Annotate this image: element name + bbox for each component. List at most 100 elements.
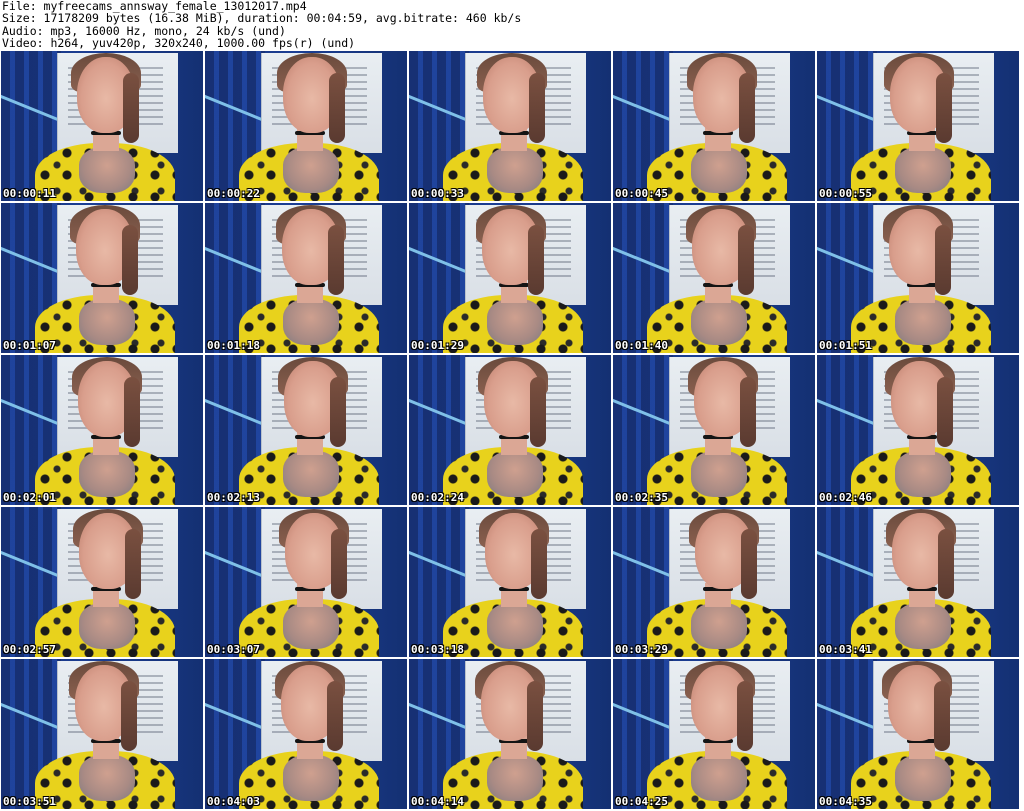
hair-strand — [936, 73, 952, 143]
hair-strand — [741, 529, 757, 599]
chest — [487, 755, 543, 801]
chest — [487, 147, 543, 193]
hair-strand — [329, 73, 345, 143]
chest — [79, 451, 135, 497]
timestamp-label: 00:00:55 — [819, 187, 872, 200]
timestamp-label: 00:04:25 — [615, 795, 668, 808]
timestamp-label: 00:02:35 — [615, 491, 668, 504]
timestamp-label: 00:01:07 — [3, 339, 56, 352]
chest — [283, 603, 339, 649]
hair-strand — [125, 529, 141, 599]
video-thumbnail[interactable]: 00:04:14 — [409, 659, 611, 809]
chest — [487, 603, 543, 649]
video-thumbnail[interactable]: 00:02:01 — [1, 355, 203, 505]
thumbnail-grid: 00:00:11 00:00:22 00:00:33 00:00:45 00:0… — [0, 50, 1024, 811]
chest — [79, 603, 135, 649]
hair-strand — [527, 681, 543, 751]
video-info-line: Video: h264, yuv420p, 320x240, 1000.00 f… — [2, 36, 356, 51]
hair-strand — [737, 681, 753, 751]
chest — [79, 755, 135, 801]
hair-strand — [528, 225, 544, 295]
chest — [283, 299, 339, 345]
video-thumbnail[interactable]: 00:04:25 — [613, 659, 815, 809]
video-thumbnail[interactable]: 00:03:07 — [205, 507, 407, 657]
video-thumbnail[interactable]: 00:01:40 — [613, 203, 815, 353]
video-thumbnail[interactable]: 00:04:35 — [817, 659, 1019, 809]
file-size-line: Size: 17178209 bytes (16.38 MiB), durati… — [2, 11, 522, 26]
hair-strand — [331, 529, 347, 599]
hair-strand — [937, 377, 953, 447]
hair-strand — [121, 681, 137, 751]
timestamp-label: 00:04:03 — [207, 795, 260, 808]
chest — [691, 603, 747, 649]
chest — [283, 451, 339, 497]
timestamp-label: 00:02:01 — [3, 491, 56, 504]
chest — [895, 147, 951, 193]
hair-strand — [122, 225, 138, 295]
video-thumbnail[interactable]: 00:02:13 — [205, 355, 407, 505]
hair-strand — [938, 529, 954, 599]
video-thumbnail[interactable]: 00:04:03 — [205, 659, 407, 809]
video-thumbnail[interactable]: 00:00:55 — [817, 51, 1019, 201]
timestamp-label: 00:02:24 — [411, 491, 464, 504]
chest — [487, 299, 543, 345]
chest — [691, 755, 747, 801]
chest — [487, 451, 543, 497]
video-thumbnail[interactable]: 00:00:11 — [1, 51, 203, 201]
video-thumbnail[interactable]: 00:01:51 — [817, 203, 1019, 353]
video-thumbnail[interactable]: 00:01:07 — [1, 203, 203, 353]
video-thumbnail[interactable]: 00:03:41 — [817, 507, 1019, 657]
hair-strand — [530, 377, 546, 447]
timestamp-label: 00:02:46 — [819, 491, 872, 504]
timestamp-label: 00:03:07 — [207, 643, 260, 656]
video-thumbnail[interactable]: 00:03:18 — [409, 507, 611, 657]
timestamp-label: 00:04:14 — [411, 795, 464, 808]
timestamp-label: 00:03:29 — [615, 643, 668, 656]
hair-strand — [124, 377, 140, 447]
hair-strand — [123, 73, 139, 143]
timestamp-label: 00:00:22 — [207, 187, 260, 200]
timestamp-label: 00:01:51 — [819, 339, 872, 352]
hair-strand — [738, 225, 754, 295]
timestamp-label: 00:03:18 — [411, 643, 464, 656]
chest — [79, 147, 135, 193]
timestamp-label: 00:03:41 — [819, 643, 872, 656]
video-thumbnail[interactable]: 00:02:35 — [613, 355, 815, 505]
video-thumbnail[interactable]: 00:00:45 — [613, 51, 815, 201]
hair-strand — [531, 529, 547, 599]
hair-strand — [328, 225, 344, 295]
timestamp-label: 00:04:35 — [819, 795, 872, 808]
file-info-header: File: myfreecams_annsway_female_13012017… — [0, 0, 1024, 50]
video-thumbnail[interactable]: 00:00:33 — [409, 51, 611, 201]
timestamp-label: 00:01:29 — [411, 339, 464, 352]
hair-strand — [934, 681, 950, 751]
video-thumbnail[interactable]: 00:01:29 — [409, 203, 611, 353]
timestamp-label: 00:01:40 — [615, 339, 668, 352]
chest — [283, 755, 339, 801]
hair-strand — [935, 225, 951, 295]
video-thumbnail[interactable]: 00:03:29 — [613, 507, 815, 657]
chest — [895, 755, 951, 801]
chest — [691, 147, 747, 193]
timestamp-label: 00:00:33 — [411, 187, 464, 200]
timestamp-label: 00:02:57 — [3, 643, 56, 656]
video-thumbnail[interactable]: 00:03:51 — [1, 659, 203, 809]
chest — [895, 299, 951, 345]
timestamp-label: 00:03:51 — [3, 795, 56, 808]
hair-strand — [330, 377, 346, 447]
hair-strand — [740, 377, 756, 447]
chest — [79, 299, 135, 345]
video-thumbnail[interactable]: 00:00:22 — [205, 51, 407, 201]
video-thumbnail[interactable]: 00:02:46 — [817, 355, 1019, 505]
hair-strand — [529, 73, 545, 143]
timestamp-label: 00:00:11 — [3, 187, 56, 200]
video-thumbnail[interactable]: 00:02:57 — [1, 507, 203, 657]
hair-strand — [739, 73, 755, 143]
chest — [691, 451, 747, 497]
chest — [895, 451, 951, 497]
timestamp-label: 00:01:18 — [207, 339, 260, 352]
timestamp-label: 00:02:13 — [207, 491, 260, 504]
video-thumbnail[interactable]: 00:02:24 — [409, 355, 611, 505]
video-thumbnail[interactable]: 00:01:18 — [205, 203, 407, 353]
chest — [895, 603, 951, 649]
